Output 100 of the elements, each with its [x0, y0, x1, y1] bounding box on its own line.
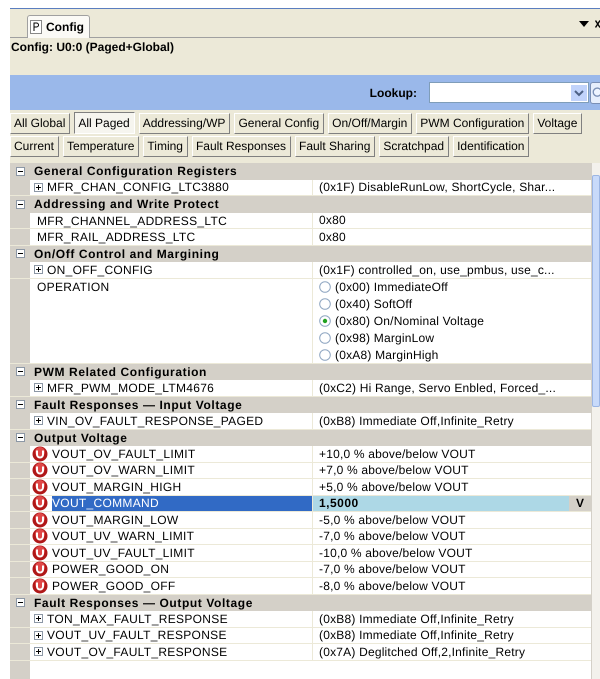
- filter-tab[interactable]: Voltage: [533, 112, 582, 134]
- radio-checked-icon[interactable]: [319, 315, 331, 327]
- property-value: +5,0 % above/below VOUT: [319, 480, 469, 494]
- collapse-icon[interactable]: [16, 400, 24, 410]
- scroll-thumb[interactable]: [592, 175, 600, 407]
- radio-icon[interactable]: [319, 349, 331, 361]
- property-value: 0x80: [319, 230, 346, 244]
- property-value: -8,0 % above/below VOUT: [319, 578, 466, 593]
- collapse-icon[interactable]: [16, 200, 24, 209]
- property-value: +7,0 % above/below VOUT: [319, 463, 469, 478]
- u-badge-icon: [32, 495, 48, 512]
- value-editor[interactable]: 1,5000 V: [313, 496, 591, 511]
- radio-label[interactable]: (0x98) MarginLow: [335, 331, 434, 345]
- u-badge-icon: [32, 578, 48, 594]
- property-name[interactable]: MFR_RAIL_ADDRESS_LTC: [37, 230, 196, 244]
- search-button[interactable]: [590, 82, 600, 104]
- section-title: Output Voltage: [34, 430, 128, 445]
- filter-tab[interactable]: Fault Responses: [192, 136, 291, 157]
- dropdown-icon: [579, 21, 589, 27]
- collapse-icon[interactable]: [16, 367, 24, 376]
- property-name[interactable]: POWER_GOOD_ON: [52, 562, 170, 576]
- filter-tab[interactable]: Temperature: [63, 136, 140, 157]
- dropdown-icon: [571, 84, 587, 100]
- section-title: PWM Related Configuration: [34, 364, 207, 379]
- section-title: Fault Responses — Output Voltage: [34, 596, 253, 610]
- u-badge-icon: [32, 478, 48, 495]
- property-name[interactable]: VOUT_UV_WARN_LIMIT: [52, 529, 194, 544]
- collapse-icon[interactable]: [16, 166, 24, 176]
- property-name[interactable]: VOUT_MARGIN_LOW: [52, 512, 179, 527]
- property-value: -7,0 % above/below VOUT: [319, 562, 466, 576]
- radio-label[interactable]: (0x00) ImmediateOff: [335, 280, 448, 294]
- property-value: +10,0 % above/below VOUT: [319, 446, 476, 461]
- scrollbar[interactable]: [591, 163, 600, 679]
- section-title: Fault Responses — Input Voltage: [34, 398, 242, 412]
- property-value: (0xB8) Immediate Off,Infinite_Retry: [319, 612, 514, 626]
- property-value: (0x7A) Deglitched Off,2,Infinite_Retry: [319, 644, 526, 659]
- lookup-label: Lookup:: [370, 86, 417, 100]
- property-value: (0x1F) controlled_on, use_pmbus, use_c...: [319, 262, 555, 277]
- filter-tab[interactable]: PWM Configuration: [416, 112, 530, 134]
- expand-icon[interactable]: [34, 614, 43, 624]
- section-title: General Configuration Registers: [34, 164, 238, 178]
- property-value: -5,0 % above/below VOUT: [319, 512, 466, 527]
- radio-icon[interactable]: [319, 281, 331, 293]
- radio-icon[interactable]: [319, 332, 331, 344]
- section-title: On/Off Control and Margining: [34, 246, 220, 261]
- expand-icon[interactable]: [34, 630, 43, 640]
- property-value: (0xC2) Hi Range, Servo Enbled, Forced_...: [319, 380, 556, 395]
- property-name[interactable]: VOUT_UV_FAULT_LIMIT: [52, 546, 195, 560]
- filter-tab[interactable]: All Global: [10, 112, 70, 134]
- collapse-icon[interactable]: [16, 433, 24, 442]
- property-name[interactable]: MFR_CHANNEL_ADDRESS_LTC: [37, 214, 228, 228]
- property-name[interactable]: OPERATION: [37, 280, 110, 294]
- document-tab[interactable]: Config: [27, 15, 90, 38]
- filter-tab[interactable]: Addressing/WP: [138, 112, 230, 134]
- u-badge-icon: [32, 544, 48, 561]
- collapse-icon[interactable]: [16, 249, 24, 258]
- filter-tab[interactable]: Scratchpad: [379, 136, 450, 157]
- filter-tab[interactable]: Current: [10, 136, 60, 157]
- expand-icon[interactable]: [34, 265, 43, 274]
- unit-dropdown[interactable]: V: [568, 496, 591, 511]
- property-name[interactable]: VOUT_MARGIN_HIGH: [52, 480, 182, 494]
- collapse-icon[interactable]: [16, 598, 24, 608]
- property-name[interactable]: VOUT_UV_FAULT_RESPONSE: [47, 628, 227, 642]
- property-name[interactable]: TON_MAX_FAULT_RESPONSE: [47, 612, 228, 626]
- property-name[interactable]: VIN_OV_FAULT_RESPONSE_PAGED: [47, 414, 264, 428]
- page-icon: [30, 20, 42, 34]
- filter-tab[interactable]: All Paged: [74, 112, 135, 134]
- expand-icon[interactable]: [34, 383, 43, 392]
- property-name[interactable]: MFR_PWM_MODE_LTM4676: [47, 380, 214, 395]
- property-name[interactable]: VOUT_OV_WARN_LIMIT: [52, 463, 195, 478]
- radio-icon[interactable]: [319, 298, 331, 310]
- filter-tab[interactable]: Fault Sharing: [295, 136, 376, 157]
- filter-tab[interactable]: Identification: [453, 136, 530, 157]
- property-name[interactable]: VOUT_OV_FAULT_LIMIT: [52, 446, 196, 461]
- property-value: (0xB8) Immediate Off,Infinite_Retry: [319, 414, 514, 428]
- u-badge-icon: [32, 528, 48, 544]
- filter-tab[interactable]: On/Off/Margin: [328, 112, 412, 134]
- radio-label[interactable]: (0x40) SoftOff: [335, 297, 412, 311]
- property-name[interactable]: POWER_GOOD_OFF: [52, 578, 176, 593]
- filter-tab[interactable]: Timing: [143, 136, 188, 157]
- lookup-field[interactable]: [429, 82, 589, 103]
- property-value: -7,0 % above/below VOUT: [319, 529, 466, 544]
- value-text: 1,5000: [319, 496, 359, 510]
- close-icon: [595, 20, 600, 28]
- expand-icon[interactable]: [34, 182, 43, 192]
- section-title: Addressing and Write Protect: [34, 197, 220, 212]
- property-name[interactable]: VOUT_OV_FAULT_RESPONSE: [47, 644, 228, 659]
- radio-label[interactable]: (0xA8) MarginHigh: [335, 348, 438, 362]
- search-icon: [591, 86, 600, 100]
- radio-label[interactable]: (0x80) On/Nominal Voltage: [335, 314, 484, 328]
- u-badge-icon: [32, 462, 48, 478]
- expand-icon[interactable]: [34, 416, 43, 426]
- property-value: (0xB8) Immediate Off,Infinite_Retry: [319, 628, 514, 642]
- property-name[interactable]: MFR_CHAN_CONFIG_LTC3880: [47, 180, 230, 194]
- u-badge-icon: [32, 561, 48, 578]
- filter-tab[interactable]: General Config: [234, 112, 324, 134]
- expand-icon[interactable]: [34, 647, 43, 656]
- panel-title: Config: U0:0 (Paged+Global): [10, 39, 176, 56]
- u-badge-icon: [32, 446, 48, 462]
- property-name[interactable]: ON_OFF_CONFIG: [47, 262, 153, 277]
